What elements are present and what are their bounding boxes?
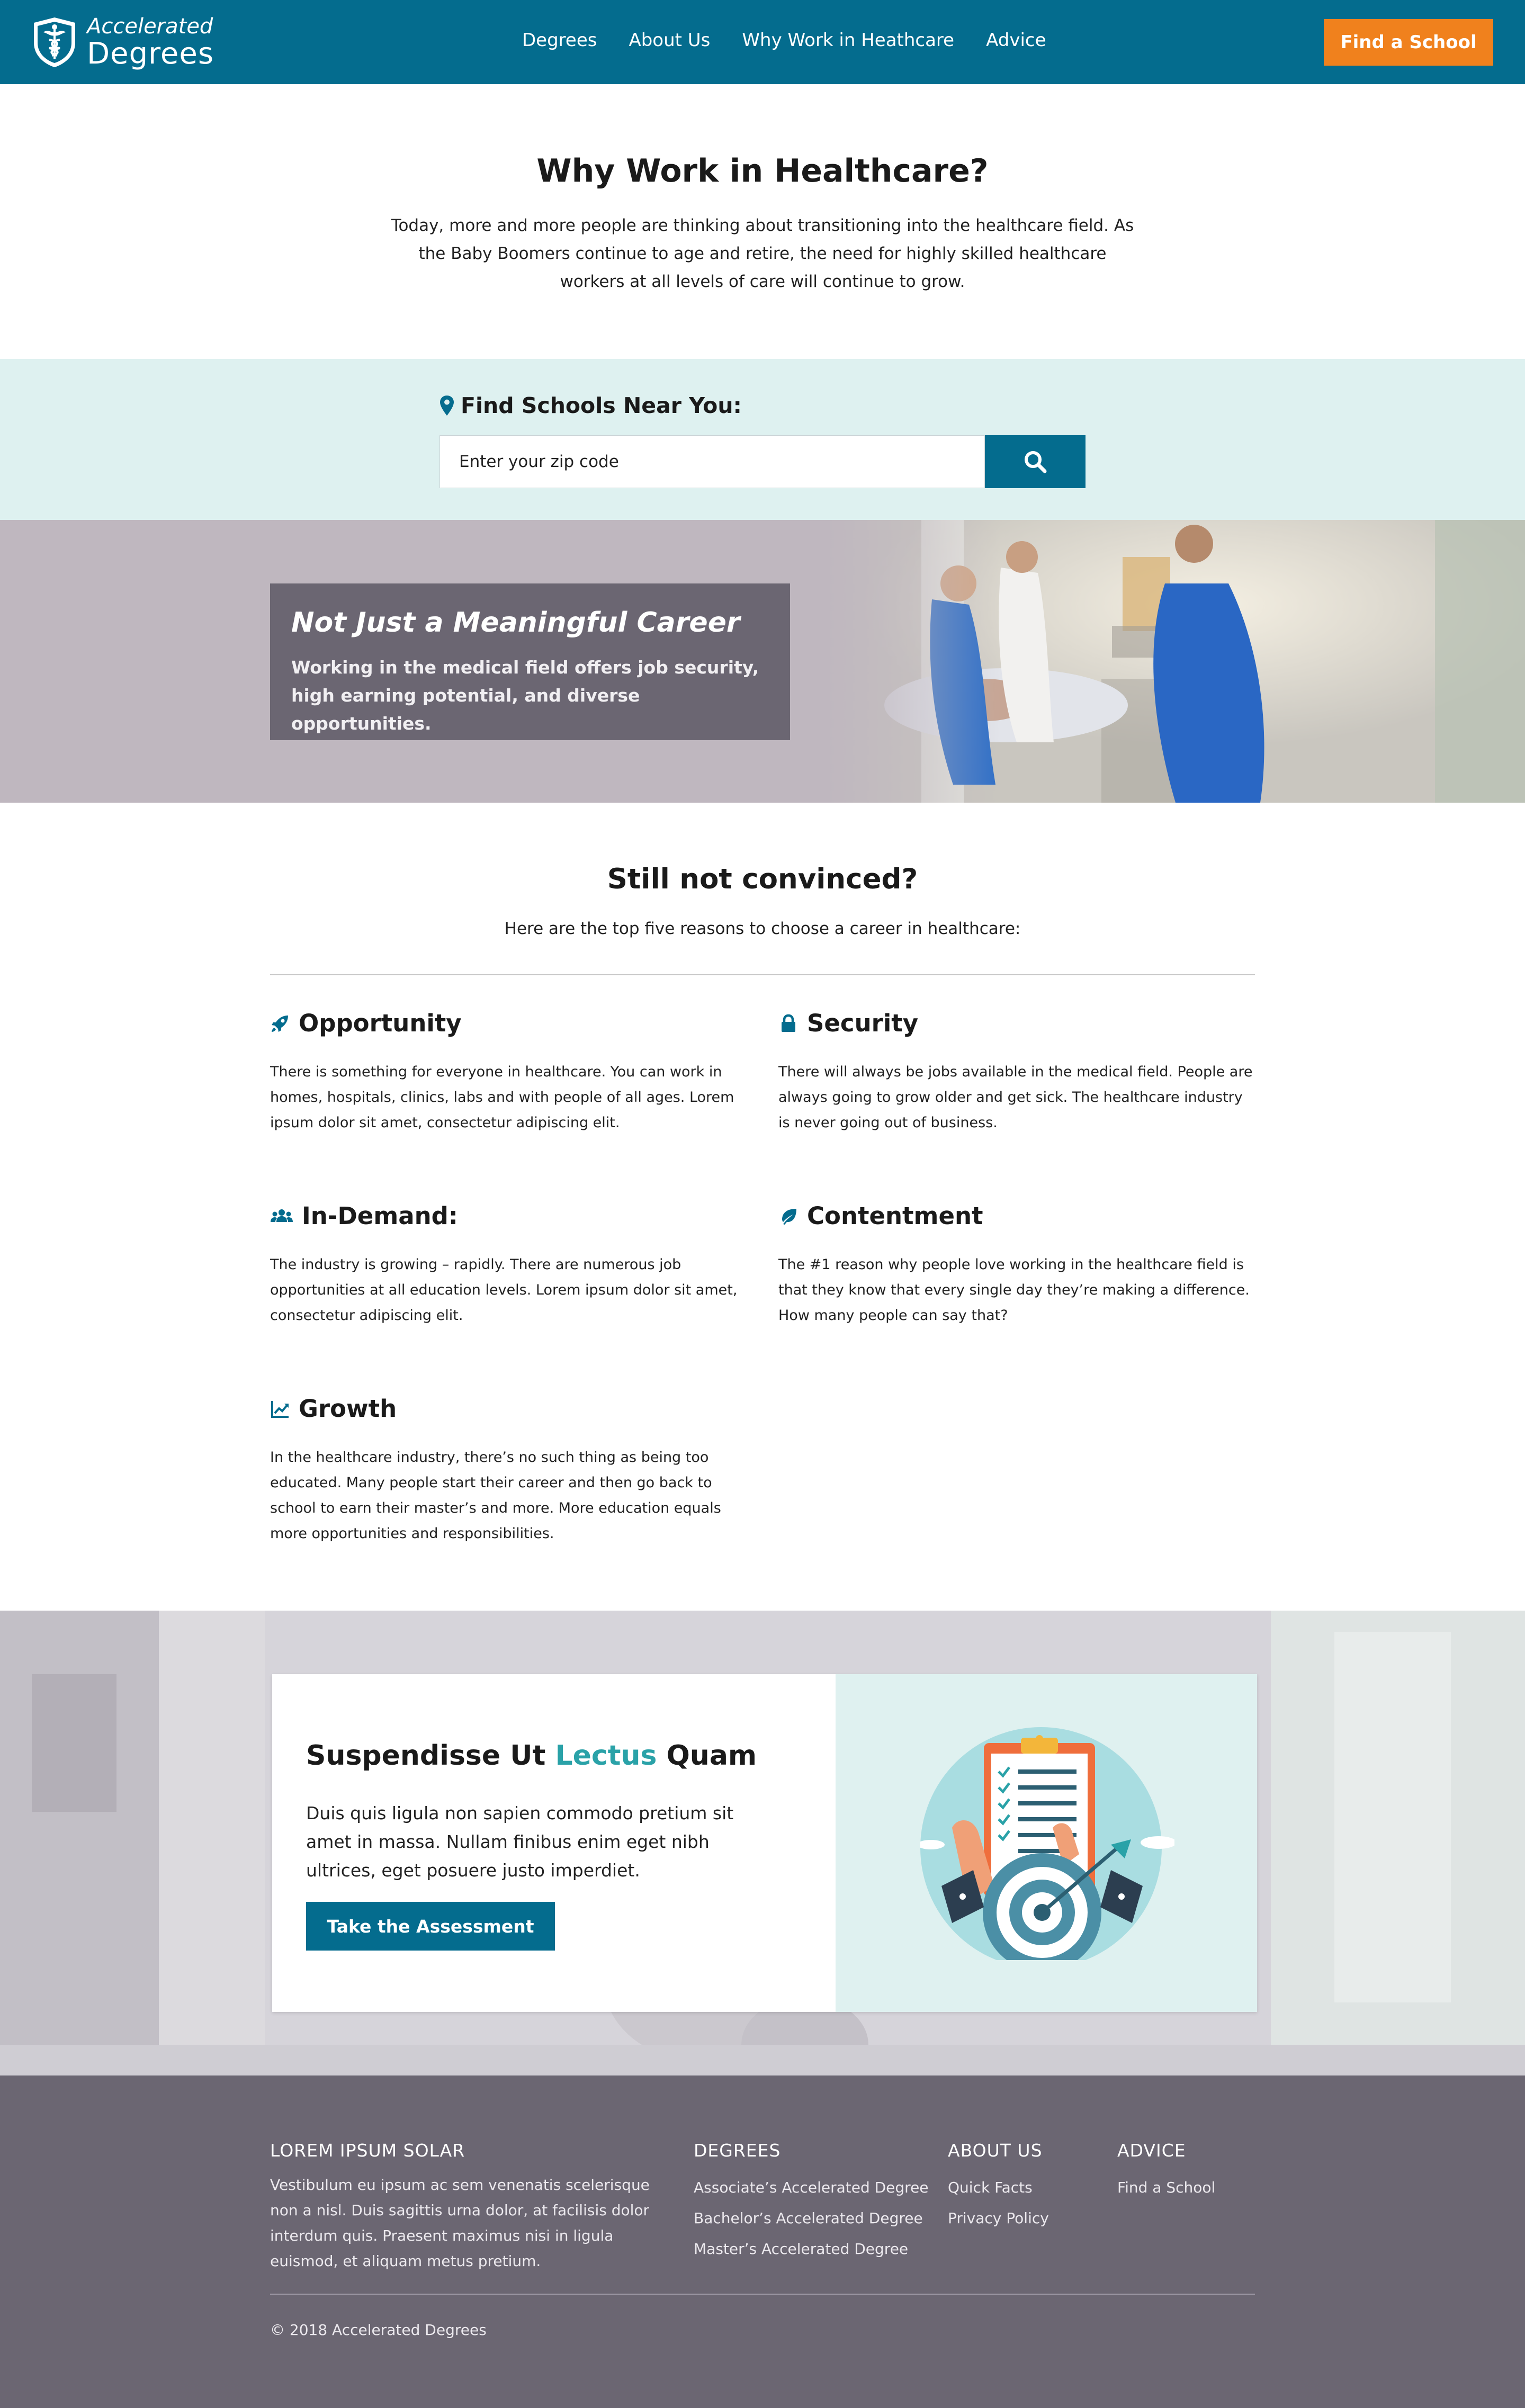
footer-link-quick-facts[interactable]: Quick Facts	[948, 2172, 1049, 2203]
assessment-section: Suspendisse Ut Lectus Quam Duis quis lig…	[0, 1611, 1525, 2075]
footer-degrees-heading: DEGREES	[694, 2140, 781, 2161]
school-search-section: Find Schools Near You:	[0, 359, 1525, 520]
take-assessment-button[interactable]: Take the Assessment	[306, 1902, 555, 1951]
reasons-title: Still not convinced?	[607, 863, 918, 895]
footer-link-privacy[interactable]: Privacy Policy	[948, 2203, 1049, 2234]
reason-opportunity: Opportunity There is something for every…	[270, 1009, 747, 1136]
find-school-button[interactable]: Find a School	[1324, 19, 1493, 66]
footer-link-masters[interactable]: Master’s Accelerated Degree	[694, 2234, 929, 2265]
site-header: Accelerated Degrees Degrees About Us Why…	[0, 0, 1525, 84]
logo-line1: Accelerated	[87, 14, 213, 39]
footer-aboutus-links: Quick Facts Privacy Policy	[948, 2172, 1049, 2234]
map-pin-icon	[440, 396, 454, 416]
nav-degrees[interactable]: Degrees	[522, 30, 597, 51]
assessment-title-start: Suspendisse Ut	[306, 1740, 555, 1772]
nav-why-work[interactable]: Why Work in Heathcare	[742, 30, 954, 51]
reason-heading: In-Demand:	[270, 1202, 747, 1230]
footer-advice-column: ADVICE Find a School	[1117, 2140, 1215, 2203]
assessment-text: Duis quis ligula non sapien commodo pret…	[306, 1803, 734, 1881]
reason-title: Opportunity	[299, 1009, 462, 1037]
hero-title: Not Just a Meaningful Career	[291, 607, 740, 639]
footer-aboutus-column: ABOUT US Quick Facts Privacy Policy	[948, 2140, 1049, 2234]
footer-link-associates[interactable]: Associate’s Accelerated Degree	[694, 2172, 929, 2203]
footer-advice-links: Find a School	[1117, 2172, 1215, 2203]
hero-card: Not Just a Meaningful Career Working in …	[270, 583, 790, 740]
hero-text-start: Working in the medical field offers	[291, 657, 638, 678]
hero-banner: Not Just a Meaningful Career Working in …	[0, 520, 1525, 803]
reason-security: Security There will always be jobs avail…	[778, 1009, 1255, 1136]
main-nav: Degrees About Us Why Work in Heathcare A…	[522, 30, 1046, 51]
copyright: © 2018 Accelerated Degrees	[270, 2321, 487, 2339]
reason-heading: Security	[778, 1009, 1255, 1037]
assessment-card: Suspendisse Ut Lectus Quam Duis quis lig…	[272, 1674, 1257, 2012]
nav-advice[interactable]: Advice	[986, 30, 1046, 51]
nav-about-us[interactable]: About Us	[629, 30, 710, 51]
reason-text: In the healthcare industry, there’s no s…	[270, 1449, 721, 1542]
reason-growth: Growth In the healthcare industry, there…	[270, 1395, 747, 1547]
reason-text: The #1 reason why people love working in…	[778, 1256, 1250, 1324]
logo[interactable]: Accelerated Degrees	[32, 15, 214, 70]
hospital-corridor-image	[826, 520, 1525, 803]
reason-title: Growth	[299, 1395, 397, 1423]
footer-degrees-column: DEGREES Associate’s Accelerated Degree B…	[694, 2140, 929, 2265]
rocket-icon	[272, 1015, 288, 1032]
reason-text: The industry is growing – rapidly. There…	[270, 1256, 738, 1324]
search-icon	[1025, 451, 1047, 473]
intro-text: Today, more and more people are thinking…	[391, 216, 1134, 291]
reason-title: Contentment	[807, 1202, 983, 1230]
page-title: Why Work in Healthcare?	[536, 152, 989, 190]
reason-heading: Contentment	[778, 1202, 1255, 1230]
chart-line-icon	[271, 1400, 289, 1418]
caduceus-shield-icon	[34, 17, 75, 67]
reason-text: There will always be jobs available in t…	[778, 1064, 1253, 1131]
zip-code-input[interactable]	[439, 435, 985, 488]
footer-about-column: LOREM IPSUM SOLAR Vestibulum eu ipsum ac…	[270, 2140, 662, 2274]
footer-divider	[270, 2294, 1255, 2295]
logo-line2: Degrees	[87, 37, 214, 71]
hero-text-mid: , and	[512, 685, 568, 706]
footer-about-heading: LOREM IPSUM SOLAR	[270, 2140, 465, 2161]
reason-heading: Growth	[270, 1395, 747, 1423]
footer-about-text: Vestibulum eu ipsum ac sem venenatis sce…	[270, 2176, 650, 2270]
assessment-title-end: Quam	[657, 1740, 757, 1772]
search-button[interactable]	[985, 435, 1086, 488]
assessment-illustration-panel	[836, 1674, 1257, 2012]
users-icon	[271, 1209, 293, 1222]
target-checklist-illustration	[920, 1727, 1174, 1960]
search-label-text: Find Schools Near You:	[461, 393, 742, 418]
assessment-content: Suspendisse Ut Lectus Quam Duis quis lig…	[272, 1674, 836, 2012]
assessment-title: Suspendisse Ut Lectus Quam	[306, 1740, 757, 1772]
reason-text: There is something for everyone in healt…	[270, 1064, 734, 1131]
reason-title: Security	[807, 1009, 919, 1037]
footer-aboutus-heading: ABOUT US	[948, 2140, 1043, 2161]
reason-title: In-Demand:	[302, 1202, 458, 1230]
footer-degrees-links: Associate’s Accelerated Degree Bachelor’…	[694, 2172, 929, 2265]
assessment-title-accent: Lectus	[555, 1740, 657, 1772]
footer-link-find-school[interactable]: Find a School	[1117, 2172, 1215, 2203]
lock-icon	[782, 1014, 795, 1032]
hero-text: Working in the medical field offers job …	[291, 653, 769, 738]
site-footer: LOREM IPSUM SOLAR Vestibulum eu ipsum ac…	[0, 2075, 1525, 2408]
leaf-icon	[782, 1208, 796, 1225]
divider	[270, 974, 1255, 975]
reason-in-demand: In-Demand: The industry is growing – rap…	[270, 1202, 747, 1328]
footer-link-bachelors[interactable]: Bachelor’s Accelerated Degree	[694, 2203, 929, 2234]
reason-heading: Opportunity	[270, 1009, 747, 1037]
search-label: Find Schools Near You:	[439, 393, 742, 418]
footer-advice-heading: ADVICE	[1117, 2140, 1186, 2161]
logo-text: Accelerated Degrees	[87, 16, 214, 69]
reason-contentment: Contentment The #1 reason why people lov…	[778, 1202, 1255, 1328]
reasons-subtitle: Here are the top five reasons to choose …	[504, 919, 1021, 938]
